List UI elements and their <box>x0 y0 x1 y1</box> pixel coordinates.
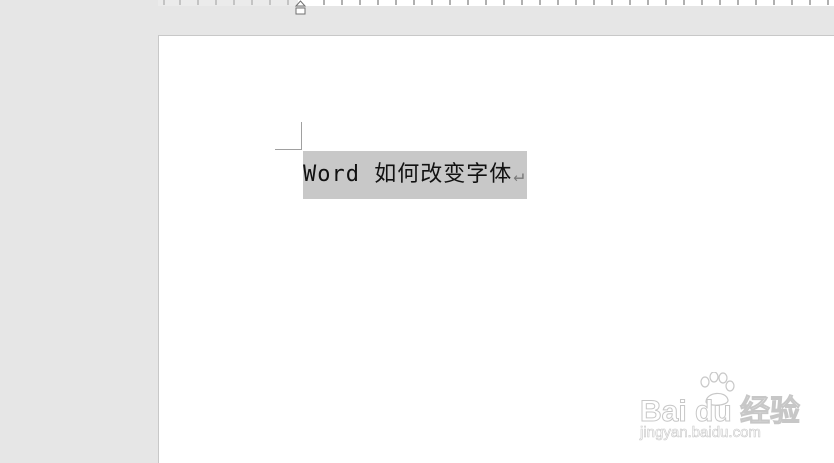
word-document-workspace: Word 如何改变字体↵ Bai du 经验 jingyan.baidu.com <box>0 0 834 463</box>
margin-corner-mark-horizontal <box>275 149 302 150</box>
document-paragraph[interactable]: Word 如何改变字体↵ <box>303 154 525 196</box>
first-line-indent-icon[interactable] <box>295 0 306 15</box>
document-text[interactable]: Word 如何改变字体 <box>303 162 512 187</box>
margin-corner-mark-vertical <box>301 122 302 149</box>
baidu-jingyan-watermark: Bai du 经验 jingyan.baidu.com <box>639 372 801 447</box>
watermark-url-text: jingyan.baidu.com <box>640 424 762 442</box>
paragraph-mark-icon: ↵ <box>513 165 526 186</box>
horizontal-ruler[interactable] <box>158 0 834 6</box>
ruler-ticks <box>158 0 834 6</box>
